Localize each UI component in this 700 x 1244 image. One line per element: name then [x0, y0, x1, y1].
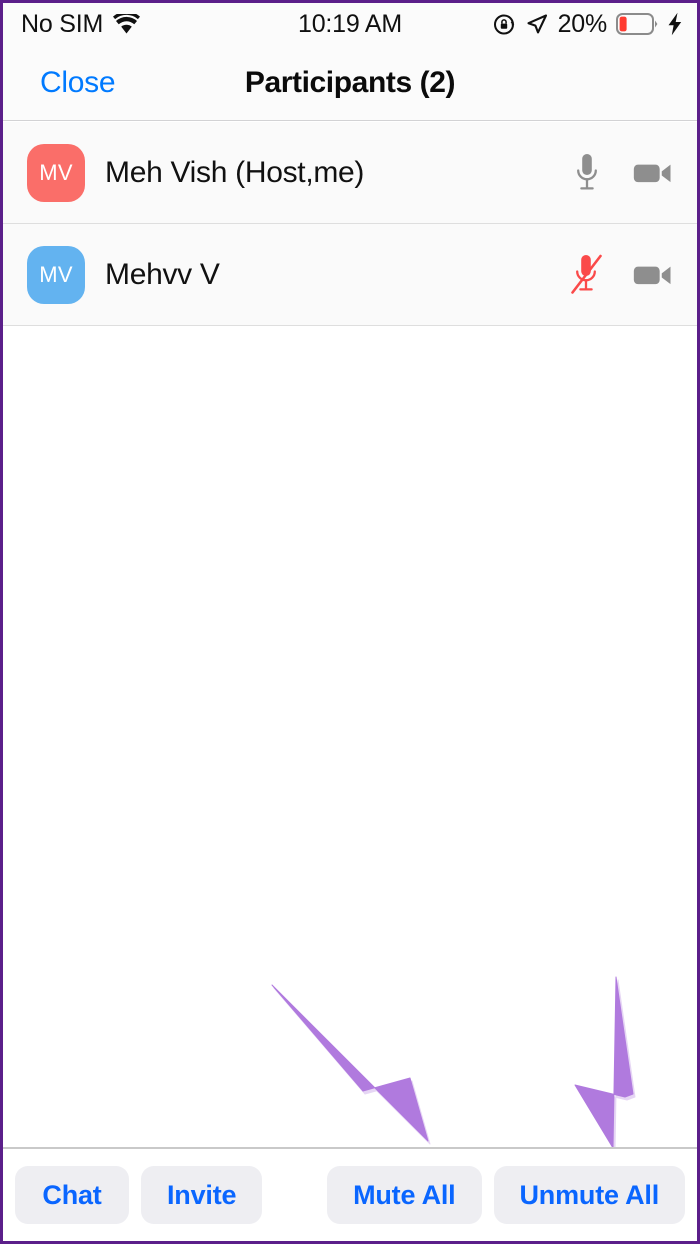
rotation-lock-icon [493, 13, 516, 36]
toolbar-left-group: Chat Invite [15, 1166, 263, 1224]
status-bar-left: No SIM [21, 9, 141, 39]
mute-all-button[interactable]: Mute All [327, 1166, 482, 1224]
phone-screen: No SIM 10:19 AM 20% Close Participants (… [0, 0, 700, 1244]
battery-percent-label: 20% [557, 9, 608, 38]
video-camera-icon[interactable] [633, 253, 673, 297]
invite-button[interactable]: Invite [141, 1166, 263, 1224]
page-title: Participants (2) [244, 65, 456, 99]
avatar-initials: MV [39, 261, 73, 287]
video-camera-icon[interactable] [633, 151, 673, 195]
microphone-icon[interactable] [567, 151, 607, 195]
unmute-all-button[interactable]: Unmute All [493, 1166, 685, 1224]
participant-row-icons [567, 253, 673, 297]
toolbar-right-group: Mute All Unmute All [327, 1166, 685, 1224]
participant-name: Meh Vish (Host,me) [105, 155, 365, 189]
carrier-label: No SIM [21, 9, 104, 38]
participants-list: MV Meh Vish (Host,me) MV Mehvv V [3, 122, 697, 326]
participant-row-icons [567, 151, 673, 195]
clock-label: 10:19 AM [297, 9, 403, 38]
status-bar: No SIM 10:19 AM 20% [3, 3, 697, 45]
chat-button[interactable]: Chat [15, 1166, 129, 1224]
lightning-bolt-icon [667, 12, 683, 36]
wifi-icon [113, 13, 141, 35]
microphone-muted-icon[interactable] [567, 253, 607, 297]
battery-icon [616, 13, 658, 35]
participant-row[interactable]: MV Mehvv V [3, 224, 697, 326]
avatar-initials: MV [39, 159, 73, 185]
avatar: MV [27, 245, 85, 304]
participant-name: Mehvv V [105, 257, 220, 291]
participant-row[interactable]: MV Meh Vish (Host,me) [3, 122, 697, 224]
bottom-toolbar: Chat Invite Mute All Unmute All [3, 1147, 697, 1241]
navigation-bar: Close Participants (2) [3, 45, 697, 121]
empty-list-area [3, 328, 697, 1144]
status-bar-right: 20% [493, 10, 683, 39]
avatar: MV [27, 143, 85, 202]
location-arrow-icon [525, 12, 549, 36]
